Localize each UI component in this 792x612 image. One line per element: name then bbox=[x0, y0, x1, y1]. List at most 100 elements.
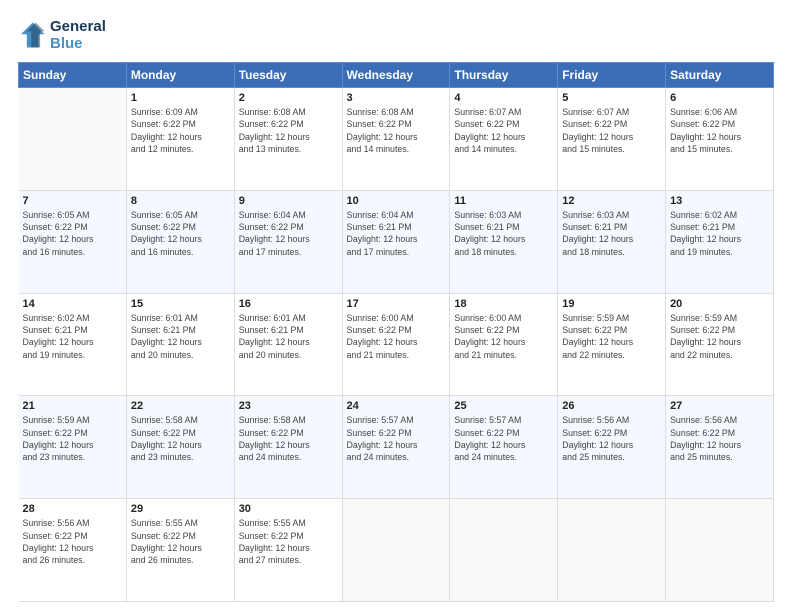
calendar-cell bbox=[450, 499, 558, 602]
calendar-cell: 28 Sunrise: 5:56 AMSunset: 6:22 PMDayligh… bbox=[19, 499, 127, 602]
cell-info: Sunrise: 6:04 AMSunset: 6:22 PMDaylight:… bbox=[239, 209, 338, 258]
day-number: 7 bbox=[23, 195, 122, 207]
cell-info: Sunrise: 6:01 AMSunset: 6:21 PMDaylight:… bbox=[239, 312, 338, 361]
week-row-3: 14Sunrise: 6:02 AMSunset: 6:21 PMDayligh… bbox=[19, 293, 774, 396]
day-number: 25 bbox=[454, 400, 553, 412]
day-number: 10 bbox=[347, 195, 446, 207]
weekday-monday: Monday bbox=[126, 63, 234, 88]
day-number: 21 bbox=[23, 400, 122, 412]
calendar-cell: 27 Sunrise: 5:56 AMSunset: 6:22 PMDayligh… bbox=[666, 396, 774, 499]
cell-info: Sunrise: 6:07 AMSunset: 6:22 PMDaylight:… bbox=[454, 106, 553, 155]
cell-info: Sunrise: 6:08 AMSunset: 6:22 PMDaylight:… bbox=[347, 106, 446, 155]
cell-info: Sunrise: 6:08 AMSunset: 6:22 PMDaylight:… bbox=[239, 106, 338, 155]
day-number: 26 bbox=[562, 400, 661, 412]
calendar-cell: 17 Sunrise: 6:00 AMSunset: 6:22 PMDayligh… bbox=[342, 293, 450, 396]
calendar-cell bbox=[558, 499, 666, 602]
weekday-sunday: Sunday bbox=[19, 63, 127, 88]
day-number: 28 bbox=[23, 503, 122, 515]
week-row-5: 28 Sunrise: 5:56 AMSunset: 6:22 PMDayligh… bbox=[19, 499, 774, 602]
day-number: 6 bbox=[670, 92, 769, 104]
calendar-cell bbox=[342, 499, 450, 602]
header: General Blue bbox=[18, 18, 774, 52]
cell-info: Sunrise: 6:02 AMSunset: 6:21 PMDaylight:… bbox=[670, 209, 769, 258]
cell-info: Sunrise: 6:03 AMSunset: 6:21 PMDaylight:… bbox=[454, 209, 553, 258]
cell-info: Sunrise: 6:06 AMSunset: 6:22 PMDaylight:… bbox=[670, 106, 769, 155]
calendar-cell: 4 Sunrise: 6:07 AMSunset: 6:22 PMDaylight… bbox=[450, 88, 558, 191]
calendar-cell: 2 Sunrise: 6:08 AMSunset: 6:22 PMDaylight… bbox=[234, 88, 342, 191]
cell-info: Sunrise: 5:55 AMSunset: 6:22 PMDaylight:… bbox=[239, 517, 338, 566]
calendar-cell bbox=[666, 499, 774, 602]
day-number: 27 bbox=[670, 400, 769, 412]
cell-info: Sunrise: 5:56 AMSunset: 6:22 PMDaylight:… bbox=[670, 414, 769, 463]
day-number: 8 bbox=[131, 195, 230, 207]
calendar-cell: 14Sunrise: 6:02 AMSunset: 6:21 PMDayligh… bbox=[19, 293, 127, 396]
cell-info: Sunrise: 6:03 AMSunset: 6:21 PMDaylight:… bbox=[562, 209, 661, 258]
calendar-cell: 18 Sunrise: 6:00 AMSunset: 6:22 PMDayligh… bbox=[450, 293, 558, 396]
week-row-4: 21 Sunrise: 5:59 AMSunset: 6:22 PMDayligh… bbox=[19, 396, 774, 499]
day-number: 19 bbox=[562, 298, 661, 310]
calendar-cell: 7 Sunrise: 6:05 AMSunset: 6:22 PMDaylight… bbox=[19, 190, 127, 293]
weekday-friday: Friday bbox=[558, 63, 666, 88]
cell-info: Sunrise: 6:00 AMSunset: 6:22 PMDaylight:… bbox=[347, 312, 446, 361]
calendar-cell: 29 Sunrise: 5:55 AMSunset: 6:22 PMDayligh… bbox=[126, 499, 234, 602]
day-number: 13 bbox=[670, 195, 769, 207]
cell-info: Sunrise: 6:09 AMSunset: 6:22 PMDaylight:… bbox=[131, 106, 230, 155]
calendar-cell: 20Sunrise: 5:59 AMSunset: 6:22 PMDayligh… bbox=[666, 293, 774, 396]
day-number: 18 bbox=[454, 298, 553, 310]
calendar-cell: 30 Sunrise: 5:55 AMSunset: 6:22 PMDayligh… bbox=[234, 499, 342, 602]
calendar-cell: 13 Sunrise: 6:02 AMSunset: 6:21 PMDayligh… bbox=[666, 190, 774, 293]
cell-info: Sunrise: 5:56 AMSunset: 6:22 PMDaylight:… bbox=[23, 517, 122, 566]
day-number: 29 bbox=[131, 503, 230, 515]
day-number: 2 bbox=[239, 92, 338, 104]
week-row-2: 7 Sunrise: 6:05 AMSunset: 6:22 PMDaylight… bbox=[19, 190, 774, 293]
calendar-cell: 16 Sunrise: 6:01 AMSunset: 6:21 PMDayligh… bbox=[234, 293, 342, 396]
weekday-tuesday: Tuesday bbox=[234, 63, 342, 88]
calendar-cell: 23 Sunrise: 5:58 AMSunset: 6:22 PMDayligh… bbox=[234, 396, 342, 499]
day-number: 24 bbox=[347, 400, 446, 412]
cell-info: Sunrise: 6:05 AMSunset: 6:22 PMDaylight:… bbox=[23, 209, 122, 258]
cell-info: Sunrise: 5:59 AMSunset: 6:22 PMDaylight:… bbox=[670, 312, 769, 361]
cell-info: Sunrise: 6:07 AMSunset: 6:22 PMDaylight:… bbox=[562, 106, 661, 155]
weekday-saturday: Saturday bbox=[666, 63, 774, 88]
day-number: 12 bbox=[562, 195, 661, 207]
calendar-cell: 26Sunrise: 5:56 AMSunset: 6:22 PMDayligh… bbox=[558, 396, 666, 499]
calendar-cell: 24Sunrise: 5:57 AMSunset: 6:22 PMDayligh… bbox=[342, 396, 450, 499]
day-number: 5 bbox=[562, 92, 661, 104]
day-number: 11 bbox=[454, 195, 553, 207]
calendar-cell: 15 Sunrise: 6:01 AMSunset: 6:21 PMDayligh… bbox=[126, 293, 234, 396]
calendar-cell: 25 Sunrise: 5:57 AMSunset: 6:22 PMDayligh… bbox=[450, 396, 558, 499]
day-number: 1 bbox=[131, 92, 230, 104]
calendar-table: SundayMondayTuesdayWednesdayThursdayFrid… bbox=[18, 62, 774, 602]
day-number: 17 bbox=[347, 298, 446, 310]
day-number: 30 bbox=[239, 503, 338, 515]
weekday-row: SundayMondayTuesdayWednesdayThursdayFrid… bbox=[19, 63, 774, 88]
logo-text: General Blue bbox=[50, 18, 106, 52]
weekday-wednesday: Wednesday bbox=[342, 63, 450, 88]
week-row-1: 1 Sunrise: 6:09 AMSunset: 6:22 PMDaylight… bbox=[19, 88, 774, 191]
calendar-cell: 3 Sunrise: 6:08 AMSunset: 6:22 PMDaylight… bbox=[342, 88, 450, 191]
calendar-cell: 22Sunrise: 5:58 AMSunset: 6:22 PMDayligh… bbox=[126, 396, 234, 499]
cell-info: Sunrise: 6:05 AMSunset: 6:22 PMDaylight:… bbox=[131, 209, 230, 258]
day-number: 23 bbox=[239, 400, 338, 412]
day-number: 9 bbox=[239, 195, 338, 207]
calendar-body: 1 Sunrise: 6:09 AMSunset: 6:22 PMDaylight… bbox=[19, 88, 774, 602]
day-number: 15 bbox=[131, 298, 230, 310]
logo: General Blue bbox=[18, 18, 106, 52]
cell-info: Sunrise: 5:58 AMSunset: 6:22 PMDaylight:… bbox=[239, 414, 338, 463]
calendar-cell: 10 Sunrise: 6:04 AMSunset: 6:21 PMDayligh… bbox=[342, 190, 450, 293]
cell-info: Sunrise: 6:01 AMSunset: 6:21 PMDaylight:… bbox=[131, 312, 230, 361]
cell-info: Sunrise: 6:04 AMSunset: 6:21 PMDaylight:… bbox=[347, 209, 446, 258]
calendar-header: SundayMondayTuesdayWednesdayThursdayFrid… bbox=[19, 63, 774, 88]
logo-icon bbox=[18, 21, 46, 49]
day-number: 14 bbox=[23, 298, 122, 310]
calendar-cell: 6 Sunrise: 6:06 AMSunset: 6:22 PMDaylight… bbox=[666, 88, 774, 191]
day-number: 3 bbox=[347, 92, 446, 104]
day-number: 4 bbox=[454, 92, 553, 104]
cell-info: Sunrise: 6:00 AMSunset: 6:22 PMDaylight:… bbox=[454, 312, 553, 361]
cell-info: Sunrise: 5:59 AMSunset: 6:22 PMDaylight:… bbox=[23, 414, 122, 463]
calendar-cell: 9 Sunrise: 6:04 AMSunset: 6:22 PMDaylight… bbox=[234, 190, 342, 293]
calendar-cell: 12 Sunrise: 6:03 AMSunset: 6:21 PMDayligh… bbox=[558, 190, 666, 293]
cell-info: Sunrise: 5:57 AMSunset: 6:22 PMDaylight:… bbox=[454, 414, 553, 463]
day-number: 16 bbox=[239, 298, 338, 310]
cell-info: Sunrise: 5:55 AMSunset: 6:22 PMDaylight:… bbox=[131, 517, 230, 566]
